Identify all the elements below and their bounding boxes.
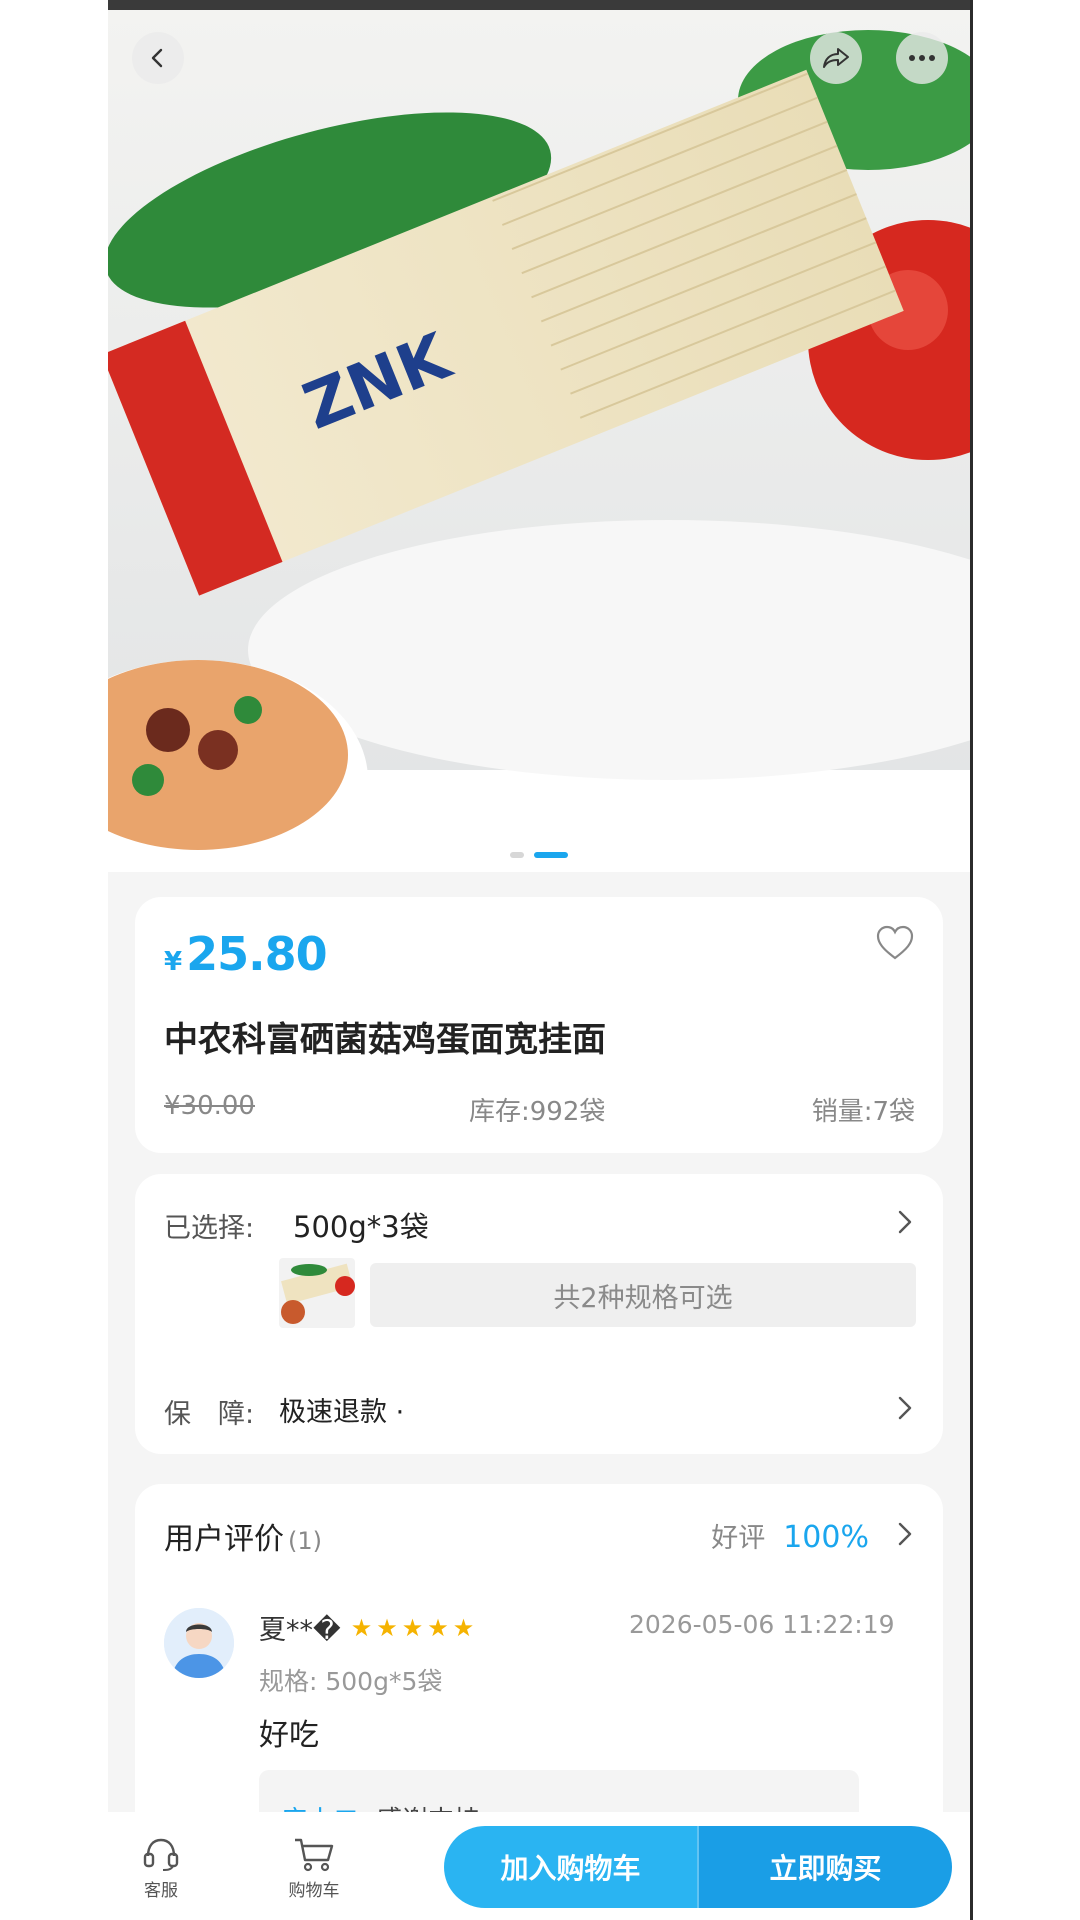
share-button[interactable]: [810, 32, 862, 84]
buy-now-button[interactable]: 立即购买: [697, 1826, 952, 1908]
chevron-right-icon: [898, 1522, 912, 1546]
reviewer-name: 夏**�: [259, 1615, 341, 1646]
spec-thumbnail-image: [279, 1258, 355, 1328]
back-button[interactable]: [132, 32, 184, 84]
reviewer-name-row: 夏**� ★★★★★: [259, 1608, 478, 1647]
share-icon: [823, 48, 849, 68]
stock-count: 库存:992袋: [469, 1097, 606, 1127]
purchase-buttons: 加入购物车 立即购买: [444, 1826, 952, 1908]
price-currency: ¥: [164, 947, 183, 977]
sales-count: 销量:7袋: [811, 1097, 915, 1127]
chevron-right-icon: [898, 1210, 912, 1234]
cart-button[interactable]: 购物车: [274, 1836, 354, 1901]
spec-thumbnail[interactable]: [279, 1258, 355, 1328]
carousel-dot[interactable]: [510, 852, 524, 858]
review-spec: 规格: 500g*5袋: [259, 1667, 443, 1696]
heart-icon: [876, 925, 914, 960]
cart-label: 购物车: [288, 1881, 340, 1901]
customer-service-label: 客服: [144, 1881, 178, 1901]
carousel-dot-active[interactable]: [534, 852, 568, 858]
chevron-right-icon: [898, 1396, 912, 1420]
price-card: ¥ 25.80 中农科富硒菌菇鸡蛋面宽挂面 ¥30.00 库存:992袋 销量:…: [135, 897, 943, 1153]
reviews-title: 用户评价 (1): [164, 1514, 322, 1558]
spec-options-button[interactable]: 共2种规格可选: [370, 1263, 916, 1327]
bottom-action-bar: 客服 购物车 加入购物车 立即购买: [108, 1812, 970, 1920]
carousel-indicator: [108, 852, 970, 860]
spec-selected-value: 500g*3袋: [293, 1210, 429, 1244]
product-title: 中农科富硒菌菇鸡蛋面宽挂面: [164, 1020, 606, 1060]
reviews-title-text: 用户评价: [164, 1522, 284, 1557]
reviewer-avatar: [164, 1608, 234, 1678]
add-to-cart-button[interactable]: 加入购物车: [444, 1826, 697, 1908]
reviews-count: (1): [288, 1527, 322, 1555]
price: ¥ 25.80: [164, 927, 328, 981]
review-text: 好吃: [259, 1718, 319, 1753]
customer-service-button[interactable]: 客服: [121, 1836, 201, 1901]
rating-stars: ★★★★★: [350, 1613, 479, 1642]
more-button[interactable]: [896, 32, 948, 84]
user-avatar-icon: [164, 1608, 234, 1678]
good-rating-value: 100%: [783, 1520, 869, 1555]
more-icon: [909, 55, 935, 61]
phone-screen: ZNK ¥ 25.80 中农科富硒菌菇鸡蛋面宽挂面 ¥30.00 库存:992袋…: [108, 0, 973, 1920]
guarantee-label: 保 障:: [164, 1399, 255, 1430]
guarantee-value: 极速退款 ·: [279, 1397, 405, 1428]
reviews-card: 用户评价 (1) 好评 100% 夏**� ★★★★★ 2026-05-06 1…: [135, 1484, 943, 1864]
review-date: 2026-05-06 11:22:19: [629, 1610, 895, 1639]
original-price: ¥30.00: [164, 1091, 255, 1121]
good-rating-label: 好评: [711, 1523, 766, 1554]
good-rating: 好评 100%: [711, 1516, 869, 1555]
spec-card: 已选择: 500g*3袋 共2种规格可选 保 障: 极速退款 ·: [135, 1174, 943, 1454]
product-image-carousel[interactable]: ZNK: [108, 10, 970, 872]
cart-icon: [295, 1838, 334, 1872]
favorite-button[interactable]: [875, 925, 915, 965]
headset-icon: [143, 1838, 179, 1871]
status-bar: [108, 0, 970, 10]
price-value: 25.80: [186, 927, 328, 981]
spec-selected-label: 已选择:: [164, 1213, 255, 1244]
product-photo: ZNK: [108, 10, 970, 872]
back-icon: [151, 48, 163, 68]
